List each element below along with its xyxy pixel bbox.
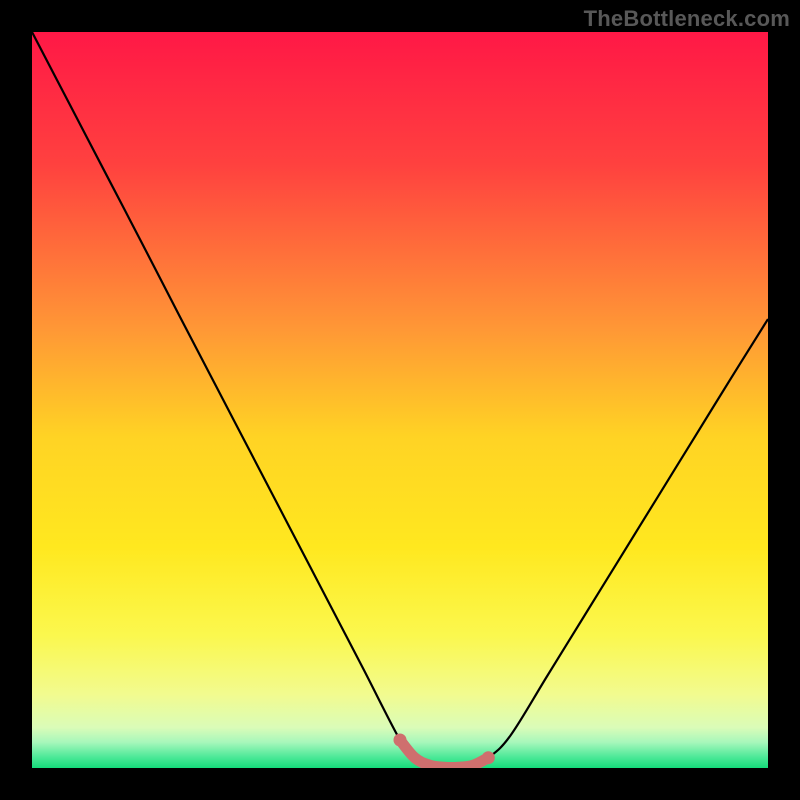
watermark-label: TheBottleneck.com — [584, 6, 790, 32]
chart-stage: TheBottleneck.com — [0, 0, 800, 800]
bottleneck-chart — [32, 32, 768, 768]
marker-start-dot — [394, 734, 407, 747]
gradient-background — [32, 32, 768, 768]
marker-end-dot — [482, 751, 495, 764]
plot-frame — [32, 32, 768, 768]
